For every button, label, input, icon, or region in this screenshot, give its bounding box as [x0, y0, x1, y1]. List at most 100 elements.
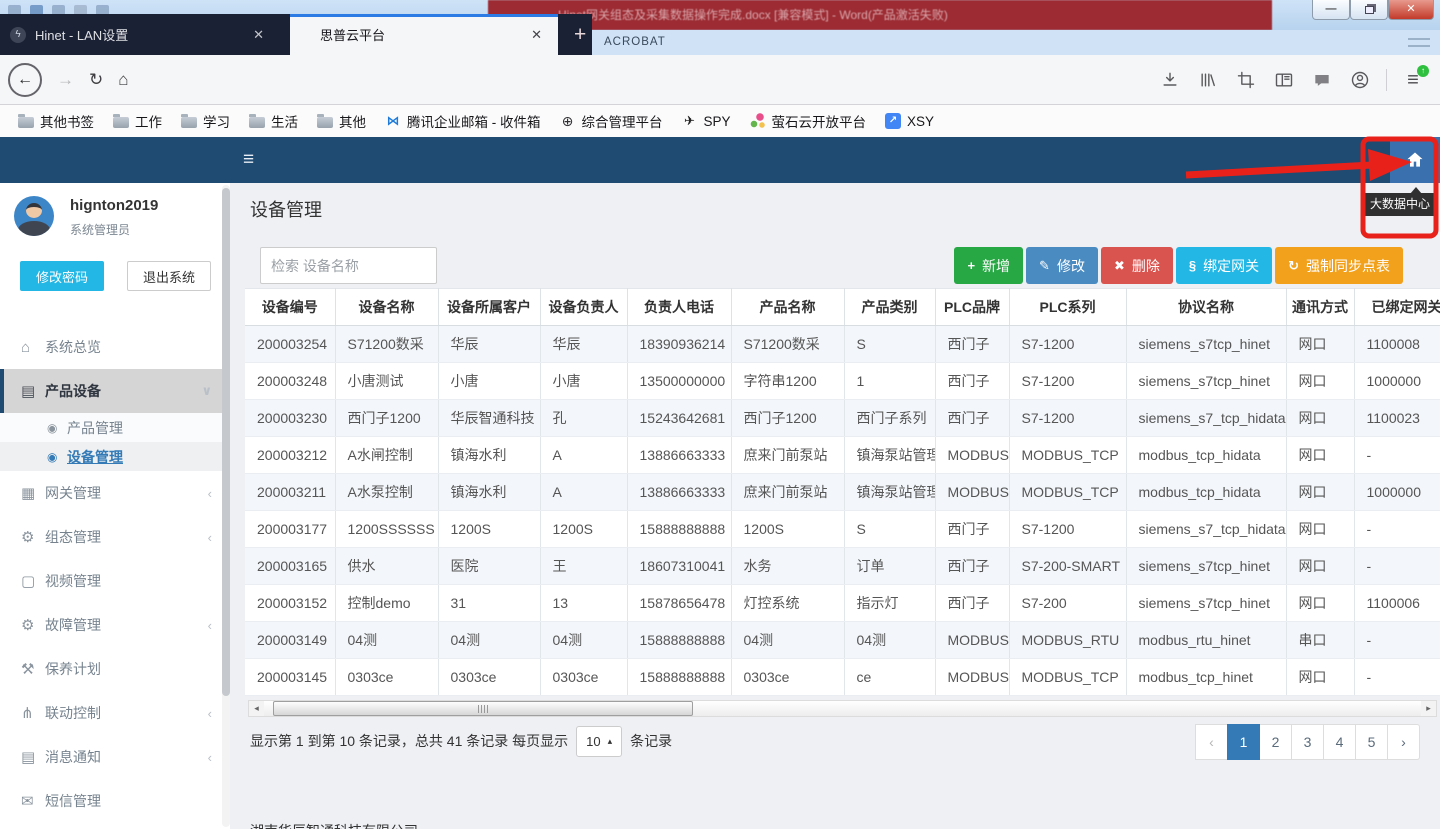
acrobat-ribbon-tab[interactable]: ACROBAT — [604, 36, 666, 48]
table-cell: siemens_s7tcp_hinet — [1126, 585, 1286, 622]
chat-icon[interactable] — [1303, 70, 1341, 90]
download-icon[interactable] — [1151, 70, 1189, 90]
device-table-wrap: 设备编号设备名称设备所属客户设备负责人负责人电话产品名称产品类别PLC品牌PLC… — [245, 288, 1440, 696]
table-row[interactable]: 200003248 小唐测试 小唐 小唐 13500000000 字符串1200… — [245, 363, 1440, 400]
table-cell: siemens_s7tcp_hinet — [1126, 548, 1286, 585]
table-row[interactable]: 200003177 1200SSSSSS 1200S 1200S 1588888… — [245, 511, 1440, 548]
device-search-input[interactable] — [260, 247, 437, 284]
table-cell: 1000000 — [1354, 474, 1440, 511]
table-cell: siemens_s7tcp_hinet — [1126, 363, 1286, 400]
table-cell: 王 — [540, 548, 627, 585]
bookmark-item[interactable]: 生活 — [241, 109, 306, 133]
scrollbar-track[interactable] — [264, 701, 1421, 716]
tab-close-icon[interactable]: ✕ — [249, 27, 268, 43]
sidebar-menu-item[interactable]: ⋔ 联动控制 ‹ — [0, 691, 230, 735]
page-button[interactable]: 1 — [1227, 724, 1260, 760]
minimize-button[interactable]: — — [1312, 0, 1350, 20]
scroll-right-arrow[interactable]: ▸ — [1421, 701, 1436, 716]
bookmark-item[interactable]: 学习 — [173, 109, 238, 133]
device-table: 设备编号设备名称设备所属客户设备负责人负责人电话产品名称产品类别PLC品牌PLC… — [245, 288, 1440, 696]
toolbar-button[interactable]: ↻ 强制同步点表 — [1275, 247, 1403, 284]
sidebar-menu-item[interactable]: ▦ 网关管理 ‹ — [0, 471, 230, 515]
scrollbar-thumb[interactable] — [273, 701, 693, 716]
page-button[interactable]: 2 — [1259, 724, 1292, 760]
scrollbar-thumb[interactable] — [222, 188, 230, 696]
column-header: 负责人电话 — [627, 289, 731, 326]
bookmark-item[interactable]: 其他 — [309, 109, 374, 133]
tab-close-icon[interactable]: ✕ — [527, 27, 546, 43]
table-cell: 13886663333 — [627, 437, 731, 474]
toolbar-button[interactable]: § 绑定网关 — [1176, 247, 1272, 284]
change-password-button[interactable]: 修改密码 — [20, 261, 104, 291]
table-row[interactable]: 200003212 A水闸控制 镇海水利 A 13886663333 庶来门前泵… — [245, 437, 1440, 474]
app-menu-icon[interactable]: ≡↑ — [1394, 69, 1432, 92]
table-cell: 网口 — [1286, 363, 1354, 400]
sidebar-menu-item[interactable]: ⚙ 组态管理 ‹ — [0, 515, 230, 559]
sidebar-menu-item[interactable]: ◉ 产品管理 — [0, 413, 230, 442]
logout-button[interactable]: 退出系统 — [127, 261, 211, 291]
menu-item-icon: ⌂ — [21, 339, 45, 356]
table-cell: 镇海泵站管理 — [844, 437, 935, 474]
bookmark-item[interactable]: ⊕ 综合管理平台 — [552, 109, 671, 133]
forward-button[interactable]: → — [57, 70, 74, 90]
browser-home-button[interactable]: ⌂ — [118, 70, 128, 90]
bookmark-item[interactable]: ✈ SPY — [674, 111, 739, 131]
page-button[interactable]: › — [1387, 724, 1420, 760]
datacenter-home-button[interactable] — [1390, 137, 1440, 183]
menu-item-label: 视频管理 — [45, 571, 212, 591]
page-button[interactable]: 4 — [1323, 724, 1356, 760]
browser-tab-sipu-active[interactable]: 思普云平台 ✕ — [290, 14, 558, 55]
table-row[interactable]: 200003152 控制demo 31 13 15878656478 灯控系统 … — [245, 585, 1440, 622]
table-cell: 西门子系列 — [844, 400, 935, 437]
sidebar-menu-item[interactable]: ⚙ 故障管理 ‹ — [0, 603, 230, 647]
sidebar-menu-item[interactable]: ⚒ 保养计划 — [0, 647, 230, 691]
sidebar-menu-item[interactable]: ⌂ 系统总览 — [0, 325, 230, 369]
grip-icon — [478, 705, 488, 713]
table-row[interactable]: 200003145 0303ce 0303ce 0303ce 158888888… — [245, 659, 1440, 696]
toolbar-button[interactable]: ✎ 修改 — [1026, 247, 1098, 284]
bookmark-item[interactable]: ⋈ 腾讯企业邮箱 - 收件箱 — [377, 109, 549, 133]
table-cell: modbus_tcp_hinet — [1126, 659, 1286, 696]
sidebar-menu-item[interactable]: ▤ 消息通知 ‹ — [0, 735, 230, 779]
account-icon[interactable] — [1341, 70, 1379, 90]
table-row[interactable]: 200003230 西门子1200 华辰智通科技 孔 15243642681 西… — [245, 400, 1440, 437]
table-cell: 西门子 — [935, 511, 1009, 548]
sidebar-menu-item[interactable]: ▤ 产品设备 ∨ — [0, 369, 230, 413]
page-size-select[interactable]: 10 ▴ — [576, 726, 622, 757]
bookmark-item[interactable]: 工作 — [105, 109, 170, 133]
sidebar-toggle-icon[interactable]: ≡ — [243, 149, 254, 171]
table-cell: 华辰 — [438, 326, 540, 363]
screenshot-icon[interactable] — [1227, 70, 1265, 90]
table-row[interactable]: 200003165 供水 医院 王 18607310041 水务 订单 西门子 … — [245, 548, 1440, 585]
toolbar-button[interactable]: ✖ 删除 — [1101, 247, 1173, 284]
bookmark-item[interactable]: 萤石云开放平台 — [742, 109, 875, 133]
scroll-left-arrow[interactable]: ◂ — [249, 701, 264, 716]
sidebar-menu-item[interactable]: ✉ 短信管理 — [0, 779, 230, 823]
nav-buttons: ← → ↻ ⌂ — [8, 55, 129, 105]
table-row[interactable]: 200003211 A水泵控制 镇海水利 A 13886663333 庶来门前泵… — [245, 474, 1440, 511]
page-button[interactable]: ‹ — [1195, 724, 1228, 760]
toolbar-button[interactable]: + 新增 — [954, 247, 1023, 284]
table-cell: 华辰智通科技 — [438, 400, 540, 437]
bookmark-item[interactable]: ↗ XSY — [877, 111, 942, 131]
browser-toolbar: ← → ↻ ⌂ iot.idosp.net/admin/index.h — [0, 55, 1440, 105]
new-tab-button[interactable]: + — [574, 23, 586, 47]
maximize-button[interactable] — [1350, 0, 1388, 20]
page-button[interactable]: 5 — [1355, 724, 1388, 760]
page-button[interactable]: 3 — [1291, 724, 1324, 760]
table-cell: 网口 — [1286, 437, 1354, 474]
sidebar-menu-item[interactable]: ◉ 设备管理 — [0, 442, 230, 471]
sidebar-icon[interactable] — [1265, 70, 1303, 90]
bookmark-item[interactable]: 其他书签 — [10, 109, 102, 133]
table-cell: 指示灯 — [844, 585, 935, 622]
browser-tab-hinet[interactable]: ϟ Hinet - LAN设置 ✕ — [0, 14, 278, 55]
close-button[interactable]: ✕ — [1388, 0, 1434, 20]
table-row[interactable]: 200003149 04测 04测 04测 15888888888 04测 04… — [245, 622, 1440, 659]
back-button[interactable]: ← — [8, 63, 42, 97]
table-row[interactable]: 200003254 S71200数采 华辰 华辰 18390936214 S71… — [245, 326, 1440, 363]
horizontal-scrollbar[interactable]: ◂ ▸ — [248, 700, 1437, 717]
reload-button[interactable]: ↻ — [89, 70, 103, 90]
sidebar-scrollbar[interactable] — [222, 185, 230, 827]
sidebar-menu-item[interactable]: ▢ 视频管理 — [0, 559, 230, 603]
library-icon[interactable] — [1189, 70, 1227, 90]
